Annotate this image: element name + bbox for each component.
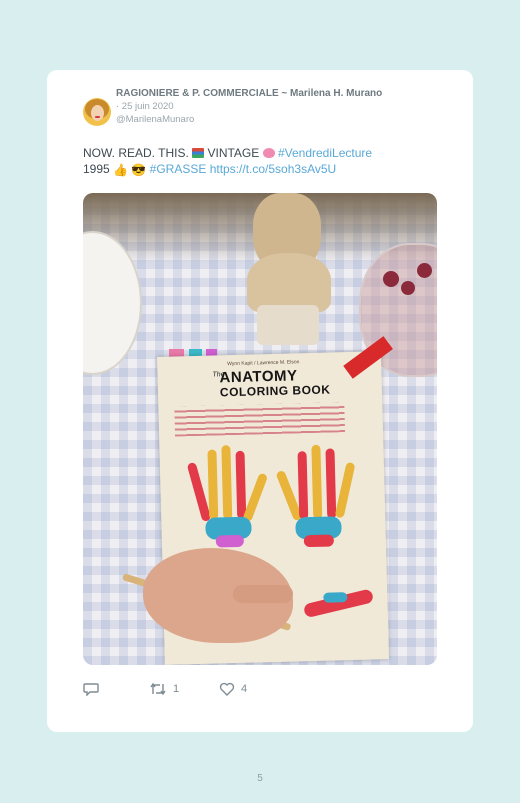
photo-berry — [401, 281, 415, 295]
retweet-count: 1 — [173, 683, 180, 695]
like-button[interactable]: 4 — [219, 682, 247, 696]
tweet-photo[interactable]: Wynn Kapit / Lawrence M. Elson The ANATO… — [83, 193, 437, 665]
retweet-icon — [150, 682, 166, 696]
page-number: 5 — [257, 773, 263, 784]
book-subtitle-lines — [174, 402, 346, 437]
tweet-actions: 1 4 — [83, 682, 283, 702]
reply-icon — [83, 683, 99, 696]
brain-emoji-icon — [262, 148, 275, 158]
photo-berry — [383, 271, 399, 287]
book-authors: Wynn Kapit / Lawrence M. Elson — [227, 359, 300, 368]
photo-berry — [417, 263, 432, 278]
tweet-text-part: 1995 — [83, 161, 110, 176]
book-side-view-drawing — [302, 583, 384, 625]
tweet-text-part: VINTAGE — [207, 146, 260, 160]
author-name[interactable]: RAGIONIERE & P. COMMERCIALE ~ Marilena H… — [116, 88, 382, 99]
photo-person-finger — [233, 585, 293, 603]
photo-bust-body — [247, 253, 331, 313]
heart-icon — [219, 682, 235, 696]
avatar[interactable] — [83, 98, 111, 126]
hashtag-link[interactable]: #VendrediLecture — [278, 146, 372, 160]
reply-button[interactable] — [83, 682, 105, 696]
thumbs-up-emoji-icon: 👍 — [113, 162, 128, 177]
avatar-lips — [95, 116, 100, 118]
like-count: 4 — [241, 683, 248, 695]
book-title-line2: COLORING BOOK — [219, 382, 331, 400]
tweet-date[interactable]: · 25 juin 2020 — [116, 101, 174, 112]
sunglasses-emoji-icon: 😎 — [131, 162, 147, 177]
tweet-text: NOW. READ. THIS. VINTAGE #VendrediLectur… — [83, 146, 443, 177]
retweet-button[interactable]: 1 — [149, 682, 179, 696]
avatar-face — [91, 105, 104, 121]
book-hand-drawing-right — [275, 442, 360, 554]
book-hand-drawing-left — [186, 442, 270, 554]
url-link[interactable]: https://t.co/5soh3sAv5U — [210, 162, 337, 176]
tweet-text-part: NOW. READ. THIS. — [83, 146, 189, 160]
photo-bust-base — [257, 305, 319, 345]
author-handle[interactable]: @MarilenaMunaro — [116, 114, 194, 125]
books-emoji-icon — [192, 148, 205, 158]
tweet-card: RAGIONIERE & P. COMMERCIALE ~ Marilena H… — [47, 70, 473, 732]
hashtag-link[interactable]: #GRASSE — [150, 162, 207, 176]
